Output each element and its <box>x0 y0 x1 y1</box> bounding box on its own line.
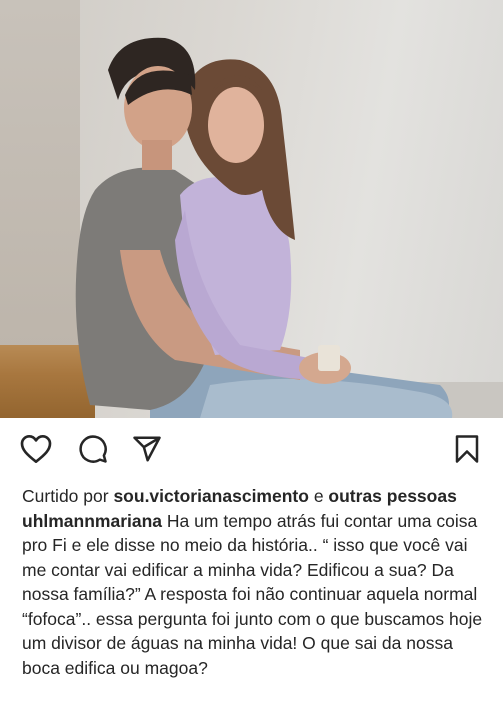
heart-icon <box>20 435 52 463</box>
save-button[interactable] <box>450 432 484 466</box>
like-button[interactable] <box>19 432 53 466</box>
caption-body: uhlmannmariana Ha um tempo atrás fui con… <box>22 509 492 681</box>
share-button[interactable] <box>130 432 164 466</box>
post-photo[interactable] <box>0 0 503 418</box>
caption-text: Ha um tempo atrás fui contar uma coisa p… <box>22 510 483 678</box>
photo-couple-illustration <box>75 37 453 418</box>
likes-summary: Curtido por sou.victorianascimento e out… <box>22 484 492 509</box>
comment-button[interactable] <box>76 432 110 466</box>
caption-username-link[interactable]: uhlmannmariana <box>22 511 162 531</box>
instagram-post: Curtido por sou.victorianascimento e out… <box>0 0 503 720</box>
liked-by-user-link[interactable]: sou.victorianascimento <box>113 486 308 506</box>
post-caption: Curtido por sou.victorianascimento e out… <box>22 484 492 680</box>
bookmark-icon <box>455 435 479 463</box>
paper-plane-icon <box>133 436 161 462</box>
liked-by-others-link[interactable]: outras pessoas <box>328 486 456 506</box>
speech-bubble-icon <box>79 435 107 463</box>
likes-conjunction: e <box>313 486 324 506</box>
likes-prefix: Curtido por <box>22 486 109 506</box>
